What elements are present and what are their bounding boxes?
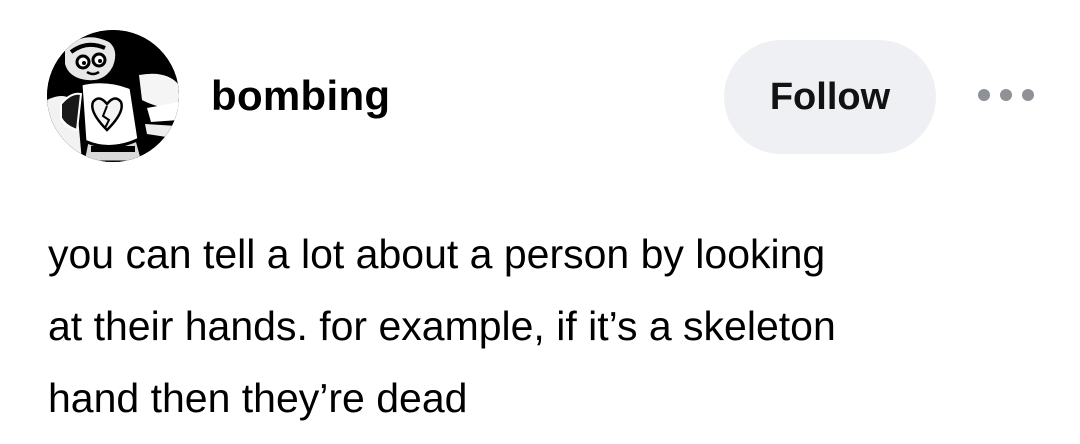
more-horizontal-icon <box>1022 89 1034 101</box>
post-card: bombing Follow you can tell a lot about … <box>0 0 1080 444</box>
more-options-button[interactable] <box>978 80 1034 110</box>
post-body-line: you can tell a lot about a person by loo… <box>48 231 826 277</box>
post-body-line: at their hands. for example, if it’s a s… <box>48 303 836 349</box>
post-header: bombing Follow <box>0 0 1080 190</box>
follow-button[interactable]: Follow <box>724 40 936 154</box>
avatar[interactable] <box>47 30 179 162</box>
avatar-image <box>47 30 179 162</box>
post-body: you can tell a lot about a person by loo… <box>48 218 1048 434</box>
post-body-line: hand then they’re dead <box>48 375 468 421</box>
author-username[interactable]: bombing <box>211 70 390 122</box>
more-horizontal-icon <box>978 89 990 101</box>
more-horizontal-icon <box>1000 89 1012 101</box>
